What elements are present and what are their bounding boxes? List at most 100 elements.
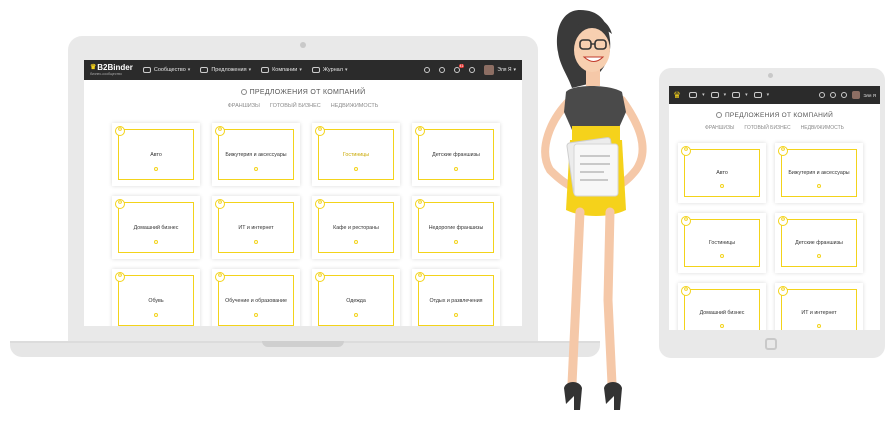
- brand-logo[interactable]: ♛ B2Binder бизнес-сообщество: [90, 63, 133, 77]
- navbar: ♛ B2Binder бизнес-сообщество Сообщество ▾ …: [84, 60, 522, 80]
- category-card[interactable]: Ф Обучение и образование: [212, 269, 300, 326]
- card-label: Детские франшизы: [795, 240, 843, 246]
- crown-icon: ♛: [90, 64, 97, 72]
- offers-icon: [710, 92, 719, 98]
- category-tabs: ФРАНШИЗЫ ГОТОВЫЙ БИЗНЕС НЕДВИЖИМОСТЬ: [84, 103, 522, 109]
- section-title: ПРЕДЛОЖЕНИЯ ОТ КОМПАНИЙ: [84, 89, 522, 96]
- journal-icon: [753, 92, 762, 98]
- chevron-down-icon: ▾: [344, 67, 348, 73]
- category-card[interactable]: Ф Бижутерия и аксессуары: [212, 123, 300, 186]
- tablet-home-button: [765, 338, 777, 350]
- category-card[interactable]: Ф Обувь: [112, 269, 200, 326]
- mail-icon[interactable]: [819, 92, 826, 98]
- category-card[interactable]: Ф ИТ и интернет: [775, 283, 863, 330]
- nav-journal[interactable]: ▾: [753, 92, 770, 98]
- nav-companies[interactable]: ▾: [732, 92, 748, 98]
- category-card[interactable]: Ф Гостиницы: [678, 213, 766, 273]
- category-card[interactable]: Ф Авто: [678, 143, 766, 203]
- category-card[interactable]: Ф Отдых и развлечения: [412, 269, 500, 326]
- category-card[interactable]: Ф Недорогие франшизы: [412, 196, 500, 259]
- category-card[interactable]: Ф Бижутерия и аксессуары: [775, 143, 863, 203]
- notifications-icon[interactable]: 41: [454, 64, 465, 73]
- avatar[interactable]: [484, 65, 495, 75]
- tab-franchises[interactable]: ФРАНШИЗЫ: [228, 103, 260, 109]
- card-label: Обучение и образование: [225, 297, 287, 304]
- category-card[interactable]: Ф ИТ и интернет: [212, 196, 300, 259]
- section-title: ПРЕДЛОЖЕНИЯ ОТ КОМПАНИЙ: [669, 112, 880, 119]
- woman-illustration: [541, 10, 647, 410]
- card-label: Отдых и развлечения: [429, 297, 483, 304]
- category-card[interactable]: Ф Детские франшизы: [412, 123, 500, 186]
- card-label: Недорогие франшизы: [428, 224, 484, 231]
- category-card[interactable]: Ф Детские франшизы: [775, 213, 863, 273]
- nav-offers[interactable]: Предложения ▾: [200, 67, 251, 73]
- tab-ready-business[interactable]: ГОТОВЫЙ БИЗНЕС: [270, 103, 321, 109]
- journal-icon: [311, 67, 320, 73]
- franchise-logo-icon: Ф: [415, 126, 425, 136]
- franchise-logo-icon: Ф: [315, 199, 325, 209]
- brand-tagline: бизнес-сообщество: [90, 71, 122, 76]
- tablet-screen: ♛ ▾ ▾ ▾ ▾ Эля Я ПРЕДЛОЖЕНИЯ ОТ КОМПАНИЙ …: [669, 86, 880, 330]
- search-icon[interactable]: [424, 67, 431, 73]
- franchise-logo-icon: Ф: [215, 199, 225, 209]
- mail-icon[interactable]: [439, 67, 446, 73]
- category-card[interactable]: Ф Домашний бизнес: [112, 196, 200, 259]
- franchise-logo-icon: Ф: [778, 146, 788, 156]
- nav-journal[interactable]: Журнал ▾: [311, 67, 348, 73]
- companies-icon: [261, 67, 270, 73]
- notifications-icon[interactable]: [830, 92, 837, 98]
- crown-icon[interactable]: ♛: [673, 90, 681, 101]
- franchise-logo-icon: Ф: [778, 216, 788, 226]
- card-label: Авто: [716, 170, 728, 176]
- chevron-down-icon: ▾: [248, 67, 252, 73]
- nav-community[interactable]: ▾: [689, 92, 705, 98]
- franchise-logo-icon: Ф: [415, 199, 425, 209]
- tab-real-estate[interactable]: НЕДВИЖИМОСТЬ: [331, 103, 379, 109]
- nav-companies[interactable]: Компании ▾: [261, 67, 302, 73]
- card-label: Домашний бизнес: [699, 310, 745, 316]
- category-card[interactable]: Ф Кафе и рестораны: [312, 196, 400, 259]
- category-card[interactable]: Ф Авто: [112, 123, 200, 186]
- location-icon[interactable]: [469, 67, 476, 73]
- category-grid: Ф Авто Ф Бижутерия и аксессуары Ф Гостиницы…: [112, 123, 522, 326]
- franchise-logo-icon: Ф: [681, 146, 691, 156]
- community-icon: [689, 92, 698, 98]
- tablet-camera: [768, 73, 773, 78]
- category-card[interactable]: Ф Домашний бизнес: [678, 283, 766, 330]
- category-card[interactable]: Ф Гостиницы: [312, 123, 400, 186]
- laptop-screen: ♛ B2Binder бизнес-сообщество Сообщество ▾ …: [84, 60, 522, 326]
- card-label: Кафе и рестораны: [333, 224, 379, 231]
- nav-community[interactable]: Сообщество ▾: [142, 67, 191, 73]
- nav-label: Предложения: [211, 67, 247, 73]
- tab-real-estate[interactable]: НЕДВИЖИМОСТЬ: [801, 125, 844, 131]
- franchise-logo-icon: Ф: [415, 272, 425, 282]
- card-label: ИТ и интернет: [238, 224, 274, 231]
- location-icon[interactable]: [841, 92, 848, 98]
- laptop-notch: [262, 341, 344, 347]
- nav-offers[interactable]: ▾: [710, 92, 727, 98]
- card-label: Бижутерия и аксессуары: [788, 170, 850, 176]
- laptop-camera: [300, 42, 306, 48]
- category-grid: Ф Авто Ф Бижутерия и аксессуары Ф Гостиницы…: [678, 143, 880, 330]
- section-title-text: ПРЕДЛОЖЕНИЯ ОТ КОМПАНИЙ: [724, 112, 834, 119]
- category-card[interactable]: Ф Одежда: [312, 269, 400, 326]
- user-name[interactable]: Эля Я: [863, 93, 876, 98]
- chevron-down-icon: ▾: [299, 67, 302, 73]
- franchise-logo-icon: Ф: [681, 286, 691, 296]
- franchise-logo-icon: Ф: [115, 272, 125, 282]
- compass-icon: [240, 89, 247, 95]
- avatar[interactable]: [852, 91, 861, 99]
- chevron-down-icon: ▾: [187, 67, 191, 73]
- chevron-down-icon: ▾: [723, 92, 727, 98]
- card-label: Детские франшизы: [432, 151, 480, 158]
- franchise-logo-icon: Ф: [315, 126, 325, 136]
- tab-franchises[interactable]: ФРАНШИЗЫ: [705, 125, 734, 131]
- franchise-logo-icon: Ф: [115, 126, 125, 136]
- compass-icon: [715, 112, 722, 118]
- card-label: Обувь: [148, 297, 164, 304]
- hero-illustration: ♛ B2Binder бизнес-сообщество Сообщество ▾ …: [0, 0, 895, 424]
- tab-ready-business[interactable]: ГОТОВЫЙ БИЗНЕС: [744, 125, 790, 131]
- franchise-logo-icon: Ф: [115, 199, 125, 209]
- card-label: Домашний бизнес: [133, 224, 179, 231]
- chevron-down-icon: ▾: [766, 92, 770, 98]
